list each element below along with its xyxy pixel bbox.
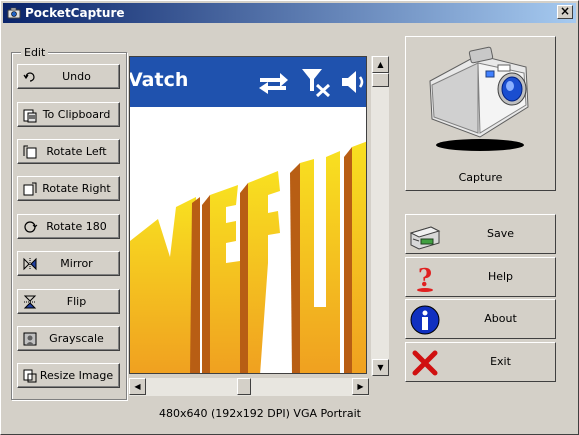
resize-image-button[interactable]: Resize Image <box>17 363 120 388</box>
mirror-label: Mirror <box>60 257 93 270</box>
flip-button[interactable]: Flip <box>17 289 120 314</box>
rotate-right-button[interactable]: Rotate Right <box>17 176 120 201</box>
preview-image <box>130 141 366 373</box>
grayscale-label: Grayscale <box>49 332 104 345</box>
to-clipboard-button[interactable]: To Clipboard <box>17 102 120 127</box>
svg-text:?: ? <box>418 263 432 292</box>
clipboard-icon <box>23 109 37 122</box>
vertical-scrollbar[interactable]: ▲ ▼ <box>371 56 389 376</box>
capture-preview: Vatch <box>129 56 367 374</box>
resolution-status: 480x640 (192x192 DPI) VGA Portrait <box>159 407 361 420</box>
scroll-up-button[interactable]: ▲ <box>372 56 389 73</box>
help-label: Help <box>487 270 514 283</box>
resize-icon <box>23 369 37 382</box>
undo-label: Undo <box>62 70 91 83</box>
edit-group-label: Edit <box>21 46 49 59</box>
help-button[interactable]: ? Help <box>405 257 556 297</box>
rotate-180-label: Rotate 180 <box>46 220 107 233</box>
rotate-left-icon <box>23 145 37 158</box>
rotate-left-button[interactable]: Rotate Left <box>17 139 120 164</box>
flip-label: Flip <box>66 295 87 308</box>
horizontal-scroll-thumb[interactable] <box>237 378 251 395</box>
info-icon <box>410 305 440 335</box>
rotate-left-label: Rotate Left <box>46 145 107 158</box>
phone-title-text: Vatch <box>129 69 189 91</box>
camera-icon <box>429 46 529 151</box>
close-button[interactable]: × <box>557 5 573 19</box>
phone-title-bar: Vatch <box>129 57 366 107</box>
speaker-icon <box>342 71 364 93</box>
close-icon: × <box>559 4 571 18</box>
app-icon <box>7 7 21 19</box>
scroll-left-button[interactable]: ◀ <box>129 378 146 395</box>
save-button[interactable]: Save <box>405 214 556 254</box>
sync-arrows-icon <box>259 73 288 94</box>
title-bar[interactable]: PocketCapture × <box>3 3 576 23</box>
about-button[interactable]: About <box>405 299 556 339</box>
no-signal-icon <box>302 69 331 97</box>
help-icon: ? <box>417 263 433 292</box>
exit-icon <box>412 350 438 376</box>
about-label: About <box>484 312 517 325</box>
window-title: PocketCapture <box>25 6 125 20</box>
undo-icon <box>23 71 35 82</box>
save-icon <box>409 226 441 250</box>
vertical-scroll-thumb[interactable] <box>372 73 389 87</box>
scroll-down-button[interactable]: ▼ <box>372 359 389 376</box>
horizontal-scrollbar[interactable]: ◀ ▶ <box>129 378 369 396</box>
capture-label: Capture <box>458 171 503 184</box>
resize-image-label: Resize Image <box>39 369 114 382</box>
grayscale-button[interactable]: Grayscale <box>17 326 120 351</box>
save-label: Save <box>486 227 514 240</box>
app-window: PocketCapture × Edit Undo To Clipboard R… <box>0 0 579 435</box>
flip-icon <box>23 295 37 308</box>
to-clipboard-label: To Clipboard <box>42 108 111 121</box>
scroll-right-button[interactable]: ▶ <box>352 378 369 395</box>
rotate-right-label: Rotate Right <box>42 182 111 195</box>
grayscale-icon <box>23 332 37 345</box>
undo-button[interactable]: Undo <box>17 64 120 89</box>
exit-label: Exit <box>490 355 511 368</box>
mirror-button[interactable]: Mirror <box>17 251 120 276</box>
mirror-icon <box>23 257 37 270</box>
rotate-180-button[interactable]: Rotate 180 <box>17 214 120 239</box>
rotate-180-icon <box>24 220 38 233</box>
exit-button[interactable]: Exit <box>405 342 556 382</box>
rotate-right-icon <box>23 182 37 195</box>
capture-button[interactable]: Capture <box>405 36 556 191</box>
